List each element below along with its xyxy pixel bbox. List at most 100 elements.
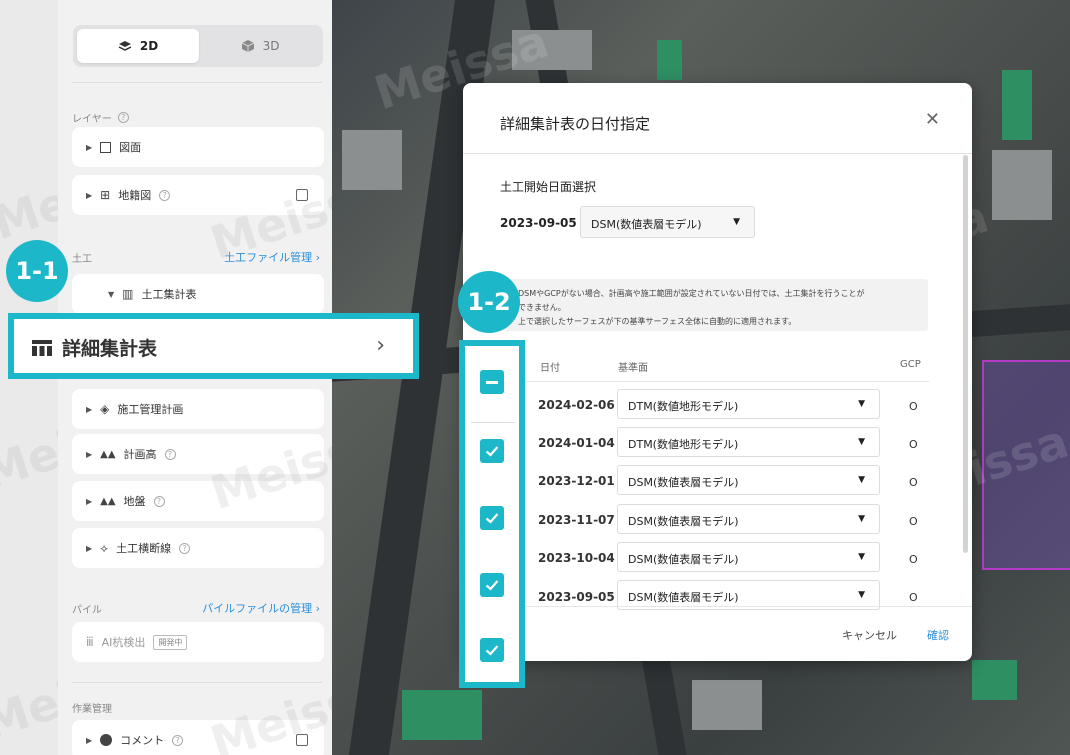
row-checkbox[interactable] xyxy=(480,638,504,662)
table-icon xyxy=(32,340,52,356)
row-checkbox[interactable] xyxy=(480,506,504,530)
surface-value: DSM(数値表層モデル) xyxy=(628,515,739,528)
row-date: 2024-02-06 xyxy=(538,398,615,412)
start-surface-label: 土工開始日面選択 xyxy=(500,180,597,194)
layer-item-plan-height[interactable]: ▶ ▲▲ 計画高 ? xyxy=(72,434,324,474)
layer-item-label: 図面 xyxy=(119,141,142,154)
dropdown-arrow-icon: ▼ xyxy=(858,514,865,524)
footer-divider xyxy=(463,606,972,607)
cube-icon xyxy=(241,40,254,52)
row-date: 2023-12-01 xyxy=(538,474,615,488)
select-all-checkbox[interactable] xyxy=(480,370,504,394)
indeterminate-icon xyxy=(486,380,498,384)
dropdown-arrow-icon: ▼ xyxy=(733,217,740,227)
map-building xyxy=(512,30,592,70)
mode-2d-button[interactable]: 2D xyxy=(77,29,199,63)
surface-value: DSM(数値表層モデル) xyxy=(628,591,739,604)
surface-select[interactable]: DSM(数値表層モデル) ▼ xyxy=(617,465,880,495)
work-management-heading: 作業管理 xyxy=(72,700,112,715)
help-icon[interactable]: ? xyxy=(172,734,184,746)
detail-summary-date-dialog: 詳細集計表の日付指定 ✕ 土工開始日面選択 2023-09-05 DSM(数値表… xyxy=(463,83,972,661)
earthwork-summary-item[interactable]: ▼ ▥ 土工集計表 xyxy=(72,274,324,314)
notice-box: DSMやGCPがない場合、計画高や施工範囲が設定されていない日付では、土工集計を… xyxy=(500,279,928,331)
layer-visibility-checkbox[interactable] xyxy=(296,189,308,201)
expand-caret-icon[interactable]: ▶ xyxy=(86,191,92,200)
layers-heading-text: レイヤー xyxy=(72,114,112,125)
dropdown-arrow-icon: ▼ xyxy=(858,590,865,600)
surface-select[interactable]: DTM(数値地形モデル) ▼ xyxy=(617,389,880,419)
expand-caret-icon[interactable]: ▶ xyxy=(86,497,92,506)
check-icon xyxy=(485,513,499,524)
expand-caret-icon[interactable]: ▶ xyxy=(86,450,92,459)
row-date: 2024-01-04 xyxy=(538,436,615,450)
row-date: 2023-10-04 xyxy=(538,551,615,565)
layer-item-construction-plan[interactable]: ▶ ◈ 施工管理計画 xyxy=(72,389,324,429)
surface-select[interactable]: DTM(数値地形モデル) ▼ xyxy=(617,427,880,457)
start-surface-value: DSM(数値表層モデル) xyxy=(591,218,702,231)
drawing-icon xyxy=(100,141,112,153)
layer-item-label: 施工管理計画 xyxy=(117,403,184,416)
earthwork-summary-label: 土工集計表 xyxy=(141,288,197,301)
pile-icon: ⅲ xyxy=(86,635,94,649)
dropdown-arrow-icon: ▼ xyxy=(858,475,865,485)
layer-item-comment[interactable]: ▶ コメント ? xyxy=(72,720,324,755)
layer-item-label: 地盤 xyxy=(123,495,146,508)
start-surface-select[interactable]: DSM(数値表層モデル) ▼ xyxy=(580,206,755,238)
ai-pile-detection-item: ⅲ AI杭検出 開発中 xyxy=(72,622,324,662)
expand-caret-icon[interactable]: ▶ xyxy=(86,405,92,414)
help-icon[interactable]: ? xyxy=(179,542,191,554)
row-checkbox[interactable] xyxy=(480,439,504,463)
earthwork-heading-text: 土工 xyxy=(72,254,92,265)
detail-summary-label: 詳細集計表 xyxy=(62,338,158,360)
map-building xyxy=(992,150,1052,220)
close-icon[interactable]: ✕ xyxy=(925,109,940,130)
expand-caret-icon[interactable]: ▶ xyxy=(86,544,92,553)
mode-3d-label: 3D xyxy=(262,39,280,53)
step-badge-1-1: 1-1 xyxy=(6,240,68,302)
layer-item-label: 計画高 xyxy=(123,448,157,461)
expand-caret-icon[interactable]: ▶ xyxy=(86,143,92,152)
row-gcp: O xyxy=(909,591,918,604)
map-green-roof xyxy=(1002,70,1032,140)
row-date: 2023-11-07 xyxy=(538,513,615,527)
notice-line: 上で選択したサーフェスが下の基準サーフェス全体に自動的に適用されます。 xyxy=(518,317,797,326)
divider xyxy=(72,82,322,83)
mode-2d-label: 2D xyxy=(139,39,159,53)
earthwork-file-manage-link[interactable]: 土工ファイル管理 › xyxy=(224,249,320,265)
confirm-button[interactable]: 確認 xyxy=(927,627,949,643)
row-checkbox[interactable] xyxy=(480,573,504,597)
view-mode-toggle: 2D 3D xyxy=(73,25,323,67)
mode-3d-button[interactable]: 3D xyxy=(199,29,321,63)
cancel-button[interactable]: キャンセル xyxy=(842,627,897,643)
map-green-roof xyxy=(657,40,682,80)
layer-visibility-checkbox[interactable] xyxy=(296,734,308,746)
diamond-icon: ◈ xyxy=(100,402,110,416)
collapse-caret-icon[interactable]: ▼ xyxy=(108,290,114,299)
dialog-scrollbar[interactable] xyxy=(963,155,968,553)
surface-select[interactable]: DSM(数値表層モデル) ▼ xyxy=(617,542,880,572)
detail-summary-item-highlight[interactable]: 詳細集計表 › xyxy=(8,313,419,379)
surface-select[interactable]: DSM(数値表層モデル) ▼ xyxy=(617,504,880,534)
help-icon[interactable]: ? xyxy=(117,112,129,123)
help-icon[interactable]: ? xyxy=(153,495,165,507)
pile-heading: パイル xyxy=(72,601,102,616)
layer-item-drawing[interactable]: ▶ 図面 xyxy=(72,127,324,167)
map-green-roof xyxy=(402,690,482,740)
dropdown-arrow-icon: ▼ xyxy=(858,399,865,409)
help-icon[interactable]: ? xyxy=(164,448,176,460)
help-icon[interactable]: ? xyxy=(159,189,171,201)
layer-item-cadastral[interactable]: ▶ ⊞ 地籍図 ? xyxy=(72,175,324,215)
row-gcp: O xyxy=(909,400,918,413)
layer-item-ground[interactable]: ▶ ▲▲ 地盤 ? xyxy=(72,481,324,521)
notice-line: DSMやGCPがない場合、計画高や施工範囲が設定されていない日付では、土工集計を… xyxy=(518,289,865,298)
work-heading-text: 作業管理 xyxy=(72,704,112,715)
column-header-surface: 基準面 xyxy=(618,363,648,374)
surface-value: DSM(数値表層モデル) xyxy=(628,476,739,489)
table-icon: ▥ xyxy=(122,287,134,301)
expand-caret-icon[interactable]: ▶ xyxy=(86,736,92,745)
surface-value: DTM(数値地形モデル) xyxy=(628,400,739,413)
map-green-roof xyxy=(972,660,1017,700)
layer-item-cross-section[interactable]: ▶ ⟡ 土工横断線 ? xyxy=(72,528,324,568)
pile-file-manage-link[interactable]: パイルファイルの管理 › xyxy=(202,600,320,616)
divider xyxy=(471,422,515,423)
